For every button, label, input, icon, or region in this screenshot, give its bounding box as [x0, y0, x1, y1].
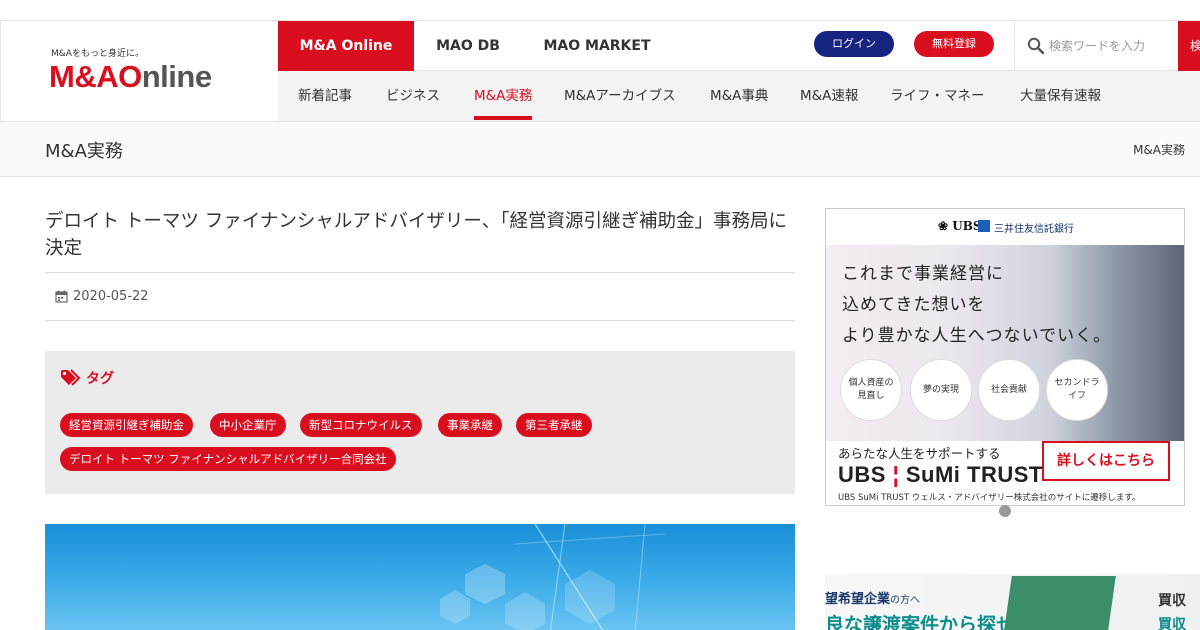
subnav-life-money[interactable]: ライフ・マネー — [890, 71, 985, 121]
search-icon — [1027, 37, 1045, 55]
ad2-right-heading: 買収 — [1158, 593, 1186, 609]
subnav-new-articles[interactable]: 新着記事 — [298, 71, 352, 121]
subnav-large-holdings[interactable]: 大量保有速報 — [1020, 71, 1101, 121]
carousel-dot[interactable] — [999, 505, 1011, 517]
site-header: M&Aをもっと身近に。 M&AOnline M&A Online MAO DB … — [0, 20, 1200, 122]
secondary-nav: 新着記事 ビジネス M&A実務 M&Aアーカイブス M&A事典 M&A速報 ライ… — [278, 71, 1200, 121]
ad-copy-line: 込めてきた想いを — [842, 295, 986, 315]
page-root: M&Aをもっと身近に。 M&AOnline M&A Online MAO DB … — [0, 0, 1200, 630]
site-logo[interactable]: M&AOnline — [49, 59, 212, 95]
ad-circle-label: 社会貢献 — [990, 384, 1027, 395]
top-strip — [0, 0, 1200, 20]
tag-pill[interactable]: デロイト トーマツ ファイナンシャルアドバイザリー合同会社 — [60, 447, 396, 471]
breadcrumb[interactable]: M&A実務 — [1133, 141, 1185, 158]
ad2-book-image — [1004, 576, 1116, 630]
sidebar-banner-ad-2[interactable]: 望希望企業の方へ 良な譲渡案件から探せます 買収 買収 — [825, 574, 1200, 630]
tag-pill[interactable]: 新型コロナウイルス — [300, 413, 422, 437]
ad-brand-left: UBS — [838, 462, 886, 487]
ad2-line1: 望希望企業の方へ — [825, 588, 920, 607]
tags-icon — [61, 369, 81, 386]
ad-circle-label: 夢の実現 — [922, 384, 959, 395]
ad2-right-sub: 買収 — [1158, 617, 1186, 630]
logo-tagline: M&Aをもっと身近に。 — [51, 49, 144, 59]
logo-area[interactable]: M&Aをもっと身近に。 M&AOnline — [0, 21, 278, 121]
sidebar-banner-ad[interactable]: ❀ UBS 三井住友信託銀行 これまで事業経営に 込めてきた想いを より豊かな人… — [825, 208, 1185, 506]
subnav-business[interactable]: ビジネス — [386, 71, 440, 121]
ad-photo: これまで事業経営に 込めてきた想いを より豊かな人生へつないでいく。 個人資産の… — [826, 245, 1184, 441]
article-date-row: 2020-05-22 — [55, 289, 149, 304]
tag-heading: タグ — [60, 368, 114, 388]
logo-o-letter: O — [118, 59, 142, 94]
article-title: デロイト トーマツ ファイナンシャルアドバイザリー、「経営資源引継ぎ補助金」事務… — [45, 211, 787, 259]
tag-heading-label: タグ — [86, 371, 114, 387]
nav-mao-db[interactable]: MAO DB — [414, 21, 522, 71]
subnav-ma-dictionary[interactable]: M&A事典 — [710, 71, 768, 121]
page-title-bar: M&A実務 M&A実務 — [0, 122, 1200, 177]
divider — [45, 272, 795, 273]
ad-details-button[interactable]: 詳しくはこちら — [1042, 441, 1170, 481]
logo-part-online: Online — [118, 59, 212, 94]
ad-copy: これまで事業経営に 込めてきた想いを より豊かな人生へつないでいく。 — [842, 259, 1111, 352]
ad-logo-row: ❀ UBS 三井住友信託銀行 — [826, 209, 1184, 245]
search-button[interactable]: 検索 — [1178, 21, 1200, 71]
ad-logo-bank: 三井住友信託銀行 — [994, 224, 1074, 235]
subnav-ma-practice[interactable]: M&A実務 — [474, 71, 533, 121]
nav-mao-market[interactable]: MAO MARKET — [534, 21, 660, 71]
ad-brand-right: SuMi TRUST — [905, 462, 1043, 487]
ad-logo-ubs: ❀ UBS — [938, 219, 982, 233]
ad-circle: 夢の実現 — [910, 359, 972, 421]
login-button[interactable]: ログイン — [814, 31, 894, 57]
search-box — [1014, 21, 1178, 71]
primary-nav: M&A Online MAO DB MAO MARKET ログイン 無料登録 検… — [278, 21, 1200, 79]
ad2-line1-main: 望希望企業 — [825, 592, 891, 607]
ad-circle: 個人資産の見直し — [840, 359, 902, 421]
ad-brand: UBS ¦ SuMi TRUST — [838, 462, 1043, 488]
search-input[interactable] — [1049, 35, 1173, 57]
ad-circle-label: セカンドライフ — [1054, 378, 1100, 401]
bank-mark-icon — [978, 220, 990, 232]
tag-pill[interactable]: 第三者承継 — [516, 413, 592, 437]
logo-part-ma: M&A — [49, 59, 119, 94]
ad2-line1-small: の方へ — [890, 595, 921, 606]
tag-pill[interactable]: 事業承継 — [438, 413, 502, 437]
ad-circle: セカンドライフ — [1046, 359, 1108, 421]
ad-circle-label: 個人資産の見直し — [848, 378, 894, 401]
ad-subline: あらたな人生をサポートする — [838, 446, 1001, 461]
article-hero-image — [45, 524, 795, 630]
divider — [45, 320, 795, 321]
ad-circle: 社会貢献 — [978, 359, 1040, 421]
nav-ma-online[interactable]: M&A Online — [278, 21, 414, 79]
tag-box: タグ 経営資源引継ぎ補助金 中小企業庁 新型コロナウイルス 事業承継 第三者承継… — [45, 351, 795, 494]
calendar-icon — [55, 290, 68, 303]
hero-graphic — [440, 524, 666, 630]
subnav-ma-news-flash[interactable]: M&A速報 — [800, 71, 858, 121]
ad-note: UBS SuMi TRUST ウェルス・アドバイザリー株式会社のサイトに遷移しま… — [838, 493, 1141, 503]
ad-copy-line: これまで事業経営に — [842, 264, 1004, 284]
register-button[interactable]: 無料登録 — [914, 31, 994, 57]
article-date: 2020-05-22 — [73, 289, 149, 304]
page-title: M&A実務 — [45, 141, 123, 162]
ad-brand-divider: ¦ — [892, 462, 900, 487]
ad-footer: あらたな人生をサポートする UBS ¦ SuMi TRUST 詳しくはこちら U… — [826, 441, 1184, 505]
ad-copy-line: より豊かな人生へつないでいく。 — [842, 326, 1112, 346]
tag-pill[interactable]: 中小企業庁 — [210, 413, 286, 437]
subnav-ma-archives[interactable]: M&Aアーカイブス — [564, 71, 676, 121]
tag-pill[interactable]: 経営資源引継ぎ補助金 — [60, 413, 193, 437]
